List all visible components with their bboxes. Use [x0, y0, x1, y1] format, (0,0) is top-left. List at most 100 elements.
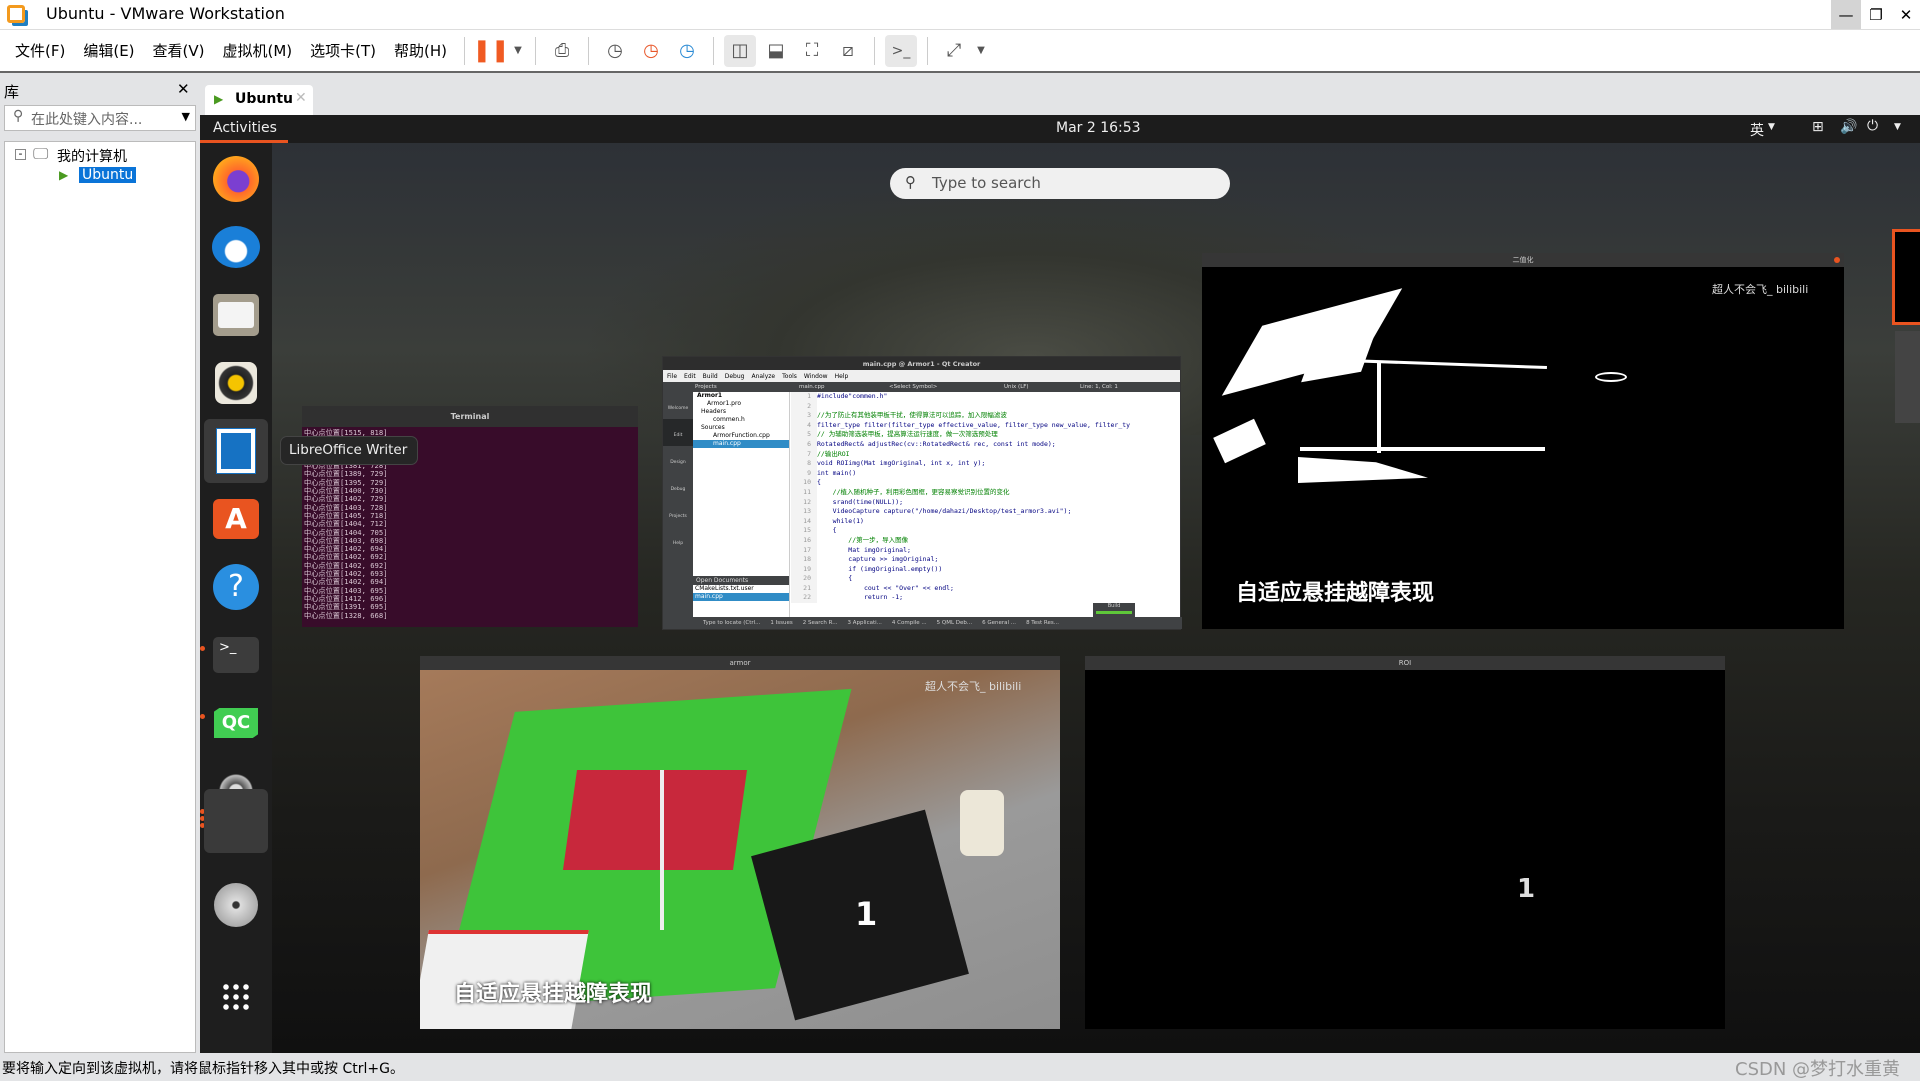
window-thumbnail-binary[interactable]: 二值化 超人不会飞_ bilibili 自适应悬挂越障表现	[1202, 253, 1844, 629]
input-method-indicator[interactable]: 英	[1750, 120, 1764, 140]
armor-title: armor	[420, 656, 1060, 670]
qt-menu-item[interactable]: File	[667, 373, 677, 380]
title-bar: Ubuntu - VMware Workstation — ❐ ✕	[0, 0, 1920, 30]
chevron-down-icon[interactable]: ▼	[1894, 122, 1901, 132]
qt-open-docs-title: Open Documents	[693, 576, 789, 585]
restore-button[interactable]: ❐	[1861, 0, 1891, 29]
menu-edit[interactable]: 编辑(E)	[74, 40, 143, 61]
qt-tree-item: Armor1	[697, 392, 723, 399]
dock-running-app[interactable]	[204, 789, 268, 853]
qt-menu-item[interactable]: Window	[804, 373, 828, 380]
qt-status-item: Type to locate (Ctrl...	[703, 620, 761, 626]
library-search-input[interactable]: ⚲ 在此处键入内容... ▼	[4, 105, 196, 131]
dock: A ? >_ QC	[200, 143, 272, 1053]
dock-libreoffice-writer[interactable]	[204, 419, 268, 483]
send-ctrl-alt-del-icon[interactable]: ⎙	[546, 35, 578, 67]
power-icon[interactable]: ⏻	[1867, 118, 1878, 134]
qt-menu-item[interactable]: Debug	[725, 373, 745, 380]
tab-close-icon[interactable]: ✕	[295, 90, 307, 106]
divider	[535, 36, 537, 65]
tab-ubuntu[interactable]: ▶ Ubuntu ✕	[205, 85, 313, 115]
vmware-logo-icon	[7, 5, 25, 23]
clock[interactable]: Mar 2 16:53	[1056, 120, 1141, 136]
qt-mode-welcome[interactable]: Welcome	[663, 392, 693, 419]
fullscreen-icon[interactable]: ⛶	[796, 35, 828, 67]
qt-menu-item[interactable]: Tools	[782, 373, 797, 380]
dock-rhythmbox[interactable]	[204, 351, 268, 415]
library-view-icon[interactable]: ◫	[724, 34, 757, 67]
qt-title: main.cpp @ Armor1 - Qt Creator	[663, 357, 1180, 370]
code-line: 22 return -1;	[791, 593, 1181, 604]
window-thumbnail-armor[interactable]: armor 1 超人不会飞_ bilibili 自适应悬挂越障表现	[420, 656, 1060, 1029]
pause-dropdown-icon[interactable]: ▼	[511, 35, 525, 67]
dock-files[interactable]	[204, 283, 268, 347]
show-applications-button[interactable]	[204, 965, 268, 1029]
line-number: 8	[791, 459, 817, 469]
workspace-thumbnail[interactable]	[1892, 229, 1920, 325]
code-text: cout << "Over" << endl;	[817, 583, 954, 592]
qt-status-item: 8 Test Res...	[1026, 620, 1059, 626]
snapshot-revert-icon[interactable]: ◷	[635, 35, 667, 67]
workspace-thumbnail-2[interactable]	[1895, 331, 1920, 423]
line-number: 19	[791, 564, 817, 575]
volume-icon[interactable]: 🔊	[1840, 119, 1857, 135]
line-number: 15	[791, 526, 817, 536]
qt-mode-edit[interactable]: Edit	[663, 419, 693, 446]
window-thumbnail-qt-creator[interactable]: main.cpp @ Armor1 - Qt Creator File Edit B…	[662, 356, 1182, 630]
files-icon	[213, 294, 259, 336]
dock-help[interactable]: ?	[204, 555, 268, 619]
tree-item-ubuntu[interactable]: Ubuntu	[79, 167, 137, 183]
dock-firefox[interactable]	[204, 147, 268, 211]
menu-help[interactable]: 帮助(H)	[385, 40, 456, 61]
activities-search-input[interactable]: ⚲ Type to search	[890, 168, 1230, 199]
video-caption: 自适应悬挂越障表现	[1236, 581, 1435, 606]
qt-menu-item[interactable]: Analyze	[751, 373, 775, 380]
menu-vm[interactable]: 虚拟机(M)	[214, 40, 302, 61]
qt-menu-item[interactable]: Edit	[684, 373, 696, 380]
dock-dvd[interactable]	[204, 873, 268, 937]
line-number: 20	[791, 574, 817, 584]
activities-button[interactable]: Activities	[200, 115, 288, 143]
library-close-icon[interactable]: ✕	[177, 80, 190, 98]
qt-open-doc: CMakeLists.txt.user	[695, 585, 754, 592]
dock-qt-creator[interactable]: QC	[204, 691, 268, 755]
chevron-down-icon[interactable]: ▼	[182, 110, 190, 123]
pause-icon[interactable]: ❚❚	[473, 35, 510, 67]
qt-mode-help[interactable]: Help	[663, 527, 693, 554]
qt-mode-design[interactable]: Design	[663, 446, 693, 473]
snapshot-manager-icon[interactable]: ◷	[671, 35, 703, 67]
chevron-down-icon[interactable]: ▼	[1768, 122, 1775, 132]
code-line: 17 Mat imgOriginal;	[791, 545, 1181, 556]
stretch-icon[interactable]: ⤢	[938, 35, 970, 67]
dock-thunderbird[interactable]	[204, 215, 268, 279]
qt-menu-item[interactable]: Build	[703, 373, 718, 380]
minimize-button[interactable]: —	[1831, 0, 1861, 29]
network-icon[interactable]: ⊞	[1812, 119, 1824, 135]
dock-terminal[interactable]: >_	[204, 623, 268, 687]
computer-icon: 🖵	[33, 144, 49, 163]
line-number: 13	[791, 507, 817, 517]
qt-mode-debug[interactable]: Debug	[663, 473, 693, 500]
snapshot-take-icon[interactable]: ◷	[599, 35, 631, 67]
stretch-dropdown-icon[interactable]: ▼	[974, 35, 988, 67]
collapse-icon[interactable]: -	[15, 148, 26, 160]
close-button[interactable]: ✕	[1891, 0, 1920, 29]
qt-mode-projects[interactable]: Projects	[663, 500, 693, 527]
close-dot-icon[interactable]	[1834, 257, 1840, 263]
window-thumbnail-roi[interactable]: ROI 1	[1085, 656, 1725, 1029]
help-icon: ?	[213, 564, 259, 610]
qt-menu-item[interactable]: Help	[835, 373, 849, 380]
code-line: 7//输出ROI	[791, 449, 1181, 460]
thumbnail-view-icon[interactable]: ⬓	[760, 35, 792, 67]
dock-ubuntu-software[interactable]: A	[204, 487, 268, 551]
menu-view[interactable]: 查看(V)	[144, 40, 214, 61]
menu-tabs[interactable]: 选项卡(T)	[301, 40, 385, 61]
code-text: #include"commen.h"	[817, 392, 888, 400]
menu-file[interactable]: 文件(F)	[6, 40, 74, 61]
vm-screen[interactable]: Activities Mar 2 16:53 英 ▼ ⊞ 🔊 ⏻ ▼ A ? >…	[200, 115, 1920, 1053]
code-line: 2	[791, 401, 1181, 412]
console-icon[interactable]: >_	[885, 34, 918, 67]
line-number: 6	[791, 439, 817, 450]
unity-icon[interactable]: ⧄	[832, 35, 864, 67]
tree-item-my-computer[interactable]: 我的计算机	[57, 146, 127, 166]
